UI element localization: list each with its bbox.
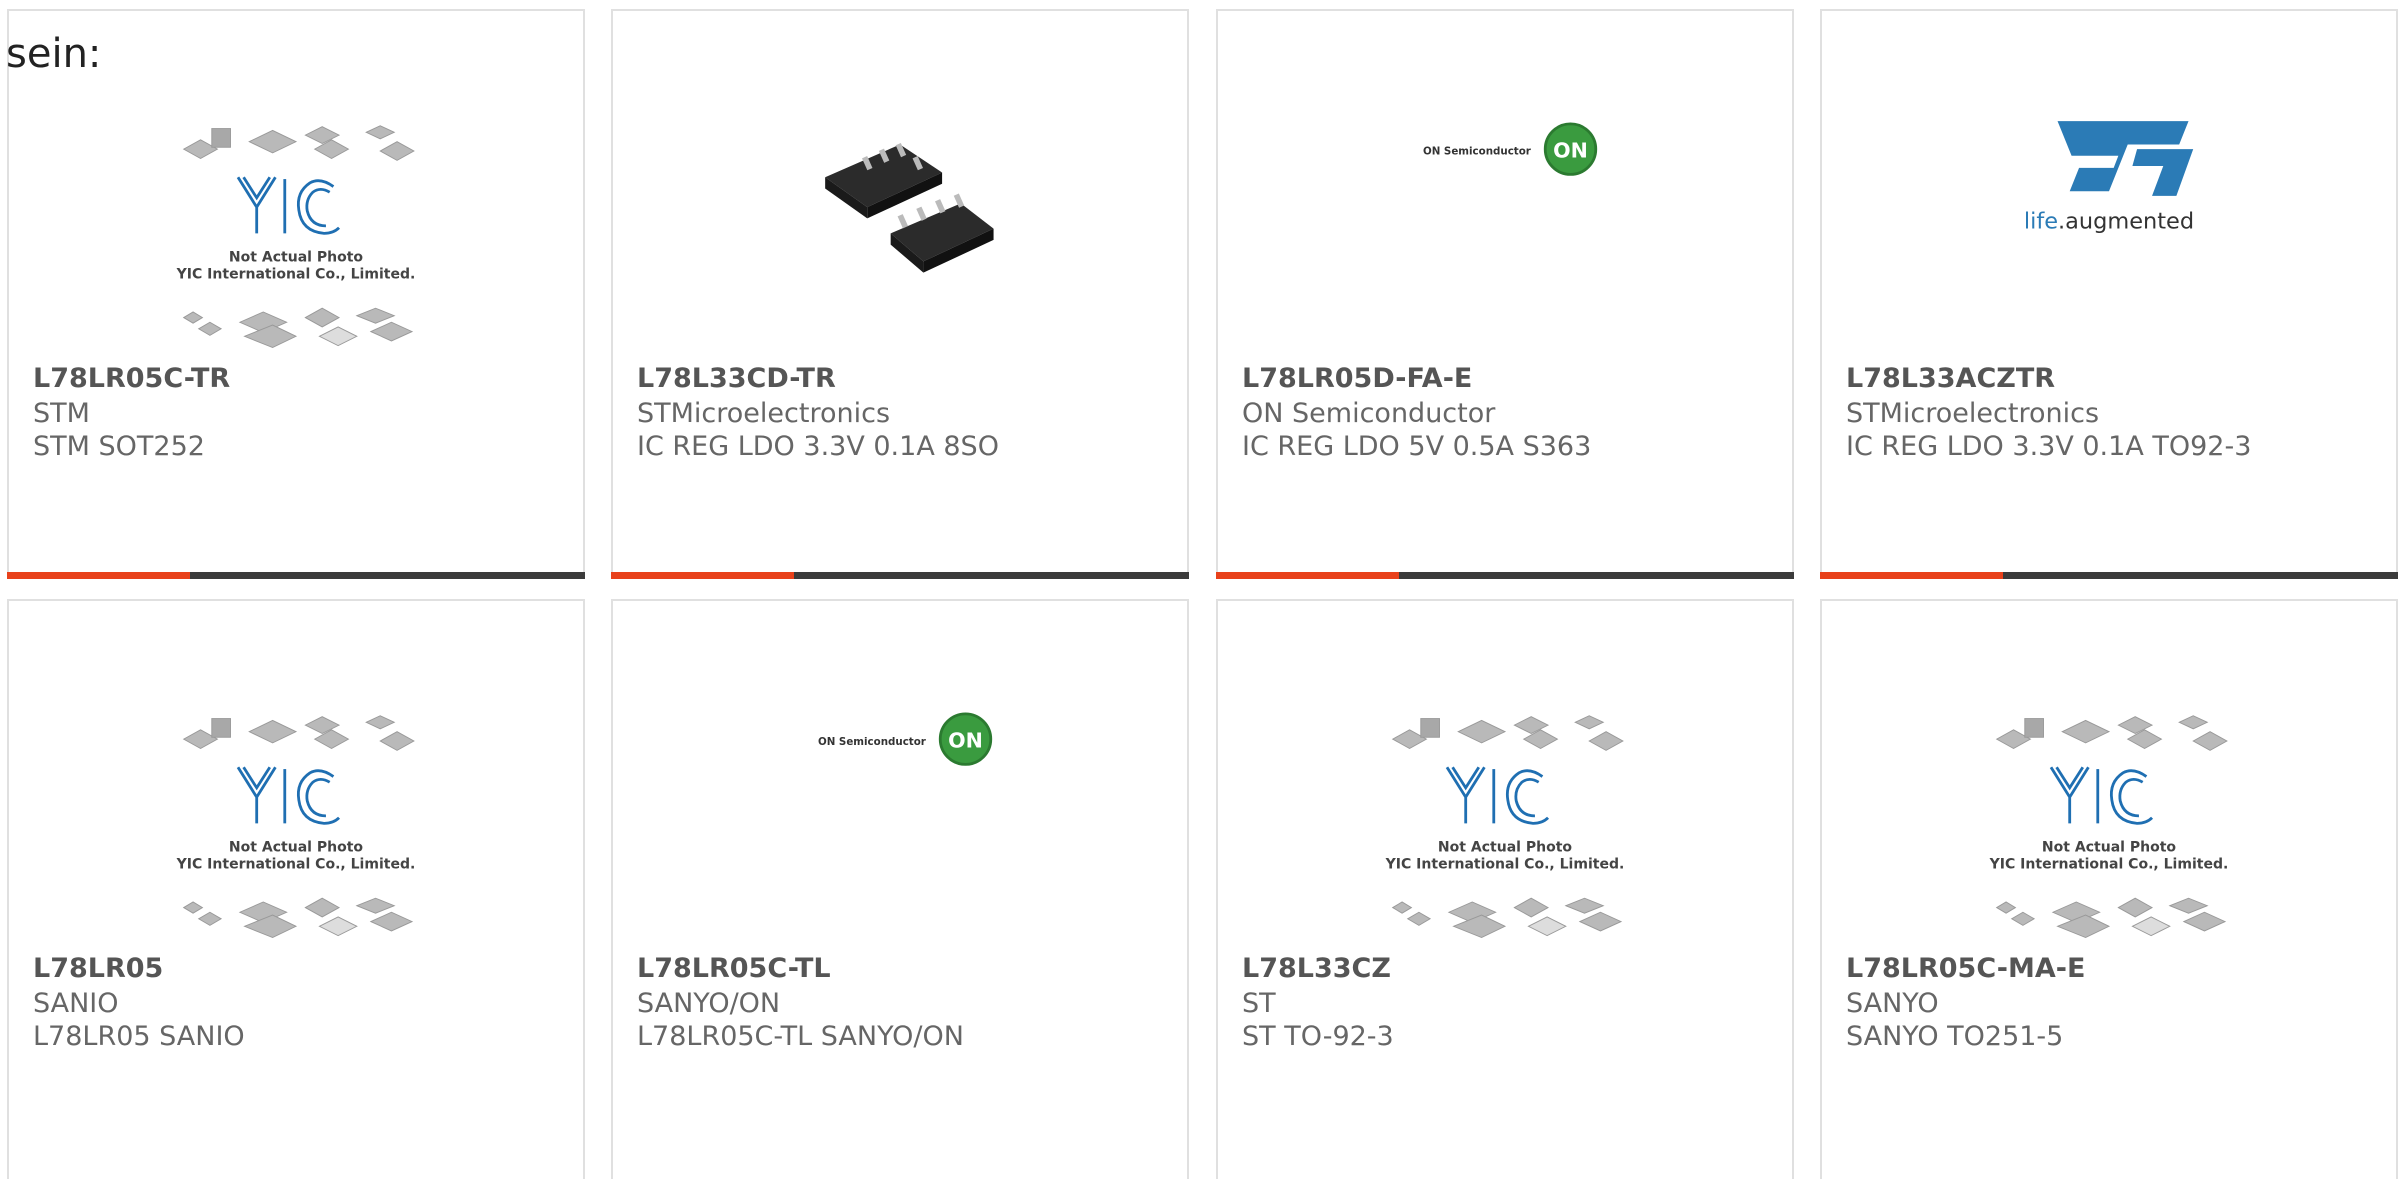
product-part-number[interactable]: L78LR05C-TR — [33, 363, 230, 394]
product-image[interactable]: ON Semiconductor ON — [1218, 93, 1792, 355]
yic-company-text: YIC International Co., Limited. — [1989, 856, 2229, 872]
product-part-number[interactable]: L78LR05D-FA-E — [1242, 363, 1472, 394]
yic-company-text: YIC International Co., Limited. — [176, 856, 416, 872]
yic-placeholder-image: Not Actual PhotoYIC International Co., L… — [176, 124, 416, 349]
card-bottom-bar — [1216, 572, 1794, 579]
product-part-number[interactable]: L78LR05 — [33, 953, 163, 984]
product-card[interactable]: Not Actual Photo YIC International Co., L… — [7, 599, 585, 1179]
product-manufacturer: SANYO — [1846, 988, 1939, 1019]
not-actual-photo-text: Not Actual Photo — [1438, 839, 1572, 855]
product-card[interactable]: life.augmented L78L33ACZTR STMicroelectron… — [1820, 9, 2398, 579]
card-accent-bar — [1820, 572, 2003, 579]
not-actual-photo-text: Not Actual Photo — [229, 249, 363, 265]
yic-placeholder-image: Not Actual PhotoYIC International Co., L… — [1385, 714, 1625, 939]
product-description: IC REG LDO 3.3V 0.1A 8SO — [637, 431, 999, 462]
yic-placeholder-image: Not Actual PhotoYIC International Co., L… — [176, 714, 416, 939]
product-card[interactable]: Not Actual Photo YIC International Co., L… — [7, 9, 585, 579]
yic-company-text: YIC International Co., Limited. — [176, 266, 416, 282]
product-manufacturer: STMicroelectronics — [637, 398, 891, 429]
card-bottom-bar — [611, 572, 1189, 579]
card-accent-bar — [1216, 572, 1399, 579]
product-description: L78LR05 SANIO — [33, 1021, 245, 1052]
product-part-number[interactable]: L78L33CD-TR — [637, 363, 836, 394]
card-accent-bar — [611, 572, 794, 579]
product-manufacturer: ON Semiconductor — [1242, 398, 1496, 429]
product-card[interactable]: Not Actual Photo YIC International Co., L… — [1820, 599, 2398, 1179]
not-actual-photo-text: Not Actual Photo — [229, 839, 363, 855]
on-badge-text: ON — [1553, 139, 1588, 163]
product-image[interactable]: ON Semiconductor ON — [613, 683, 1187, 945]
on-semiconductor-logo: ON Semiconductor ON — [818, 712, 993, 766]
product-part-number[interactable]: L78L33ACZTR — [1846, 363, 2055, 394]
card-accent-bar — [7, 572, 190, 579]
product-card[interactable]: ON Semiconductor ON L78LR05C-TL SANYO/ON L78… — [611, 599, 1189, 1179]
on-semiconductor-text: ON Semiconductor — [818, 736, 927, 748]
product-description: IC REG LDO 3.3V 0.1A TO92-3 — [1846, 431, 2252, 462]
product-part-number[interactable]: L78LR05C-MA-E — [1846, 953, 2085, 984]
product-part-number[interactable]: L78LR05C-TL — [637, 953, 831, 984]
product-manufacturer: ST — [1242, 988, 1276, 1019]
product-image[interactable]: Not Actual Photo YIC International Co., L… — [1822, 683, 2396, 945]
on-badge-text: ON — [948, 729, 983, 753]
not-actual-photo-text: Not Actual Photo — [2042, 839, 2176, 855]
product-card[interactable]: Not Actual Photo YIC International Co., L… — [1216, 599, 1794, 1179]
product-grid: Not Actual Photo YIC International Co., L… — [0, 0, 2400, 1179]
intro-text: sein: — [6, 31, 102, 77]
product-manufacturer: SANYO/ON — [637, 988, 781, 1019]
card-bottom-bar — [1820, 572, 2398, 579]
product-image[interactable]: Not Actual Photo YIC International Co., L… — [9, 683, 583, 945]
product-manufacturer: STM — [33, 398, 90, 429]
card-bottom-bar — [7, 572, 585, 579]
st-logo: life.augmented — [2024, 121, 2194, 235]
on-semiconductor-logo: ON Semiconductor ON — [1423, 122, 1598, 176]
product-image[interactable]: Not Actual Photo YIC International Co., L… — [9, 93, 583, 355]
yic-placeholder-image: Not Actual PhotoYIC International Co., L… — [1989, 714, 2229, 939]
product-card[interactable]: ON Semiconductor ON L78LR05D-FA-E ON Semico… — [1216, 9, 1794, 579]
product-image[interactable] — [613, 93, 1187, 355]
product-manufacturer: SANIO — [33, 988, 119, 1019]
product-description: L78LR05C-TL SANYO/ON — [637, 1021, 964, 1052]
st-tagline: life.augmented — [2024, 209, 2194, 235]
product-description: SANYO TO251-5 — [1846, 1021, 2064, 1052]
product-description: IC REG LDO 5V 0.5A S363 — [1242, 431, 1592, 462]
product-description: ST TO-92-3 — [1242, 1021, 1394, 1052]
product-image[interactable]: life.augmented — [1822, 93, 2396, 355]
on-semiconductor-text: ON Semiconductor — [1423, 146, 1532, 158]
product-manufacturer: STMicroelectronics — [1846, 398, 2100, 429]
yic-company-text: YIC International Co., Limited. — [1385, 856, 1625, 872]
product-part-number[interactable]: L78L33CZ — [1242, 953, 1391, 984]
product-description: STM SOT252 — [33, 431, 205, 462]
product-image[interactable]: Not Actual Photo YIC International Co., L… — [1218, 683, 1792, 945]
product-card[interactable]: L78L33CD-TR STMicroelectronics IC REG LDO … — [611, 9, 1189, 579]
chip-photo-image — [825, 142, 994, 273]
